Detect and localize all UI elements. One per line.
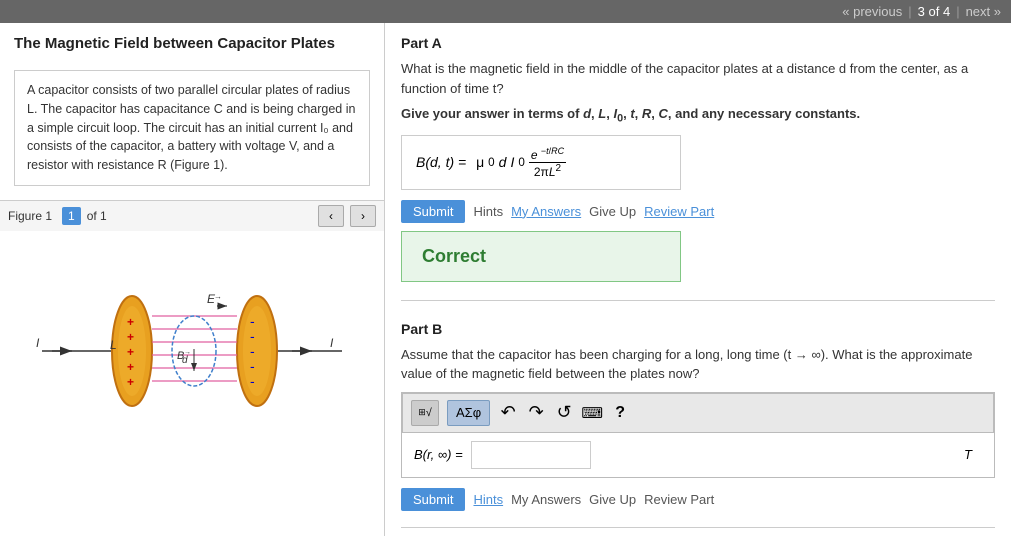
correct-banner: Correct xyxy=(401,231,681,282)
aso-button[interactable]: ΑΣφ xyxy=(447,400,490,426)
part-b-hints-label[interactable]: Hints xyxy=(473,492,503,507)
figure-prev-arrow[interactable]: ‹ xyxy=(318,205,344,227)
svg-text:-: - xyxy=(250,358,255,374)
part-b-answer-label: B(r, ∞) = xyxy=(414,447,463,462)
svg-text:→: → xyxy=(214,292,222,301)
my-answers-link[interactable]: My Answers xyxy=(511,204,581,219)
capacitor-diagram: + + + + + - - - - - xyxy=(22,241,362,461)
figure-label: Figure 1 xyxy=(8,209,52,223)
next-link[interactable]: next » xyxy=(966,4,1001,19)
matrix-button[interactable]: ⊞√ xyxy=(411,400,439,426)
reset-button[interactable]: ↺ xyxy=(554,403,574,423)
svg-text:d: d xyxy=(182,355,188,366)
svg-text:-: - xyxy=(250,328,255,344)
part-b-give-up-link[interactable]: Give Up xyxy=(589,492,636,507)
part-b-answer-input[interactable] xyxy=(471,441,591,469)
top-navigation: « previous | 3 of 4 | next » xyxy=(0,0,1011,23)
svg-text:-: - xyxy=(250,343,255,359)
help-button[interactable]: ? xyxy=(610,403,630,423)
figure-select-button[interactable]: 1 xyxy=(62,207,81,225)
part-b-question: Assume that the capacitor has been charg… xyxy=(401,345,995,384)
part-b-input-container: ⊞√ ΑΣφ ↶ ↷ ↺ ⌨ ? B(r, ∞) = xyxy=(401,392,995,478)
part-b-my-answers-link[interactable]: My Answers xyxy=(511,492,581,507)
part-a-actions: Submit Hints My Answers Give Up Review P… xyxy=(401,200,995,223)
part-b-answer-row: B(r, ∞) = T xyxy=(402,433,994,477)
review-part-link[interactable]: Review Part xyxy=(644,204,714,219)
separator-1: | xyxy=(908,4,911,19)
figure-navigation: Figure 1 1 of 1 ‹ › xyxy=(0,200,384,231)
part-a-formula: μ0dI0 e −t/RC 2πL2 xyxy=(472,146,566,179)
part-b-review-part-link[interactable]: Review Part xyxy=(644,492,714,507)
figure-image: + + + + + - - - - - xyxy=(0,231,384,471)
problem-description: A capacitor consists of two parallel cir… xyxy=(14,70,370,186)
part-b-toolbar: ⊞√ ΑΣφ ↶ ↷ ↺ ⌨ ? xyxy=(402,393,994,433)
part-a-label: Part A xyxy=(401,35,995,51)
svg-text:-: - xyxy=(250,373,255,389)
svg-text:+: + xyxy=(127,330,134,344)
svg-text:L: L xyxy=(110,338,117,352)
part-b-actions: Submit Hints My Answers Give Up Review P… xyxy=(401,488,995,511)
problem-title: The Magnetic Field between Capacitor Pla… xyxy=(0,23,384,62)
svg-text:+: + xyxy=(127,315,134,329)
main-layout: The Magnetic Field between Capacitor Pla… xyxy=(0,23,1011,536)
figure-next-arrow[interactable]: › xyxy=(350,205,376,227)
give-up-link[interactable]: Give Up xyxy=(589,204,636,219)
undo-button[interactable]: ↶ xyxy=(498,403,518,423)
right-panel: Part A What is the magnetic field in the… xyxy=(385,23,1011,536)
part-a-question: What is the magnetic field in the middle… xyxy=(401,59,995,98)
part-a-answer-box: B(d, t) = μ0dI0 e −t/RC 2πL2 xyxy=(401,135,681,190)
part-a-answer-label: B(d, t) = xyxy=(416,154,466,170)
svg-text:+: + xyxy=(127,360,134,374)
part-a-section: Part A What is the magnetic field in the… xyxy=(401,23,995,301)
part-a-instructions: Give your answer in terms of d, L, I0, t… xyxy=(401,106,995,125)
previous-link[interactable]: « previous xyxy=(842,4,902,19)
part-b-section: Part B Assume that the capacitor has bee… xyxy=(401,309,995,528)
svg-text:-: - xyxy=(250,313,255,329)
svg-text:+: + xyxy=(127,375,134,389)
separator-2: | xyxy=(956,4,959,19)
left-panel: The Magnetic Field between Capacitor Pla… xyxy=(0,23,385,536)
page-info: 3 of 4 xyxy=(918,4,951,19)
figure-of: of 1 xyxy=(87,209,107,223)
part-a-submit-button[interactable]: Submit xyxy=(401,200,465,223)
svg-text:+: + xyxy=(127,345,134,359)
part-b-label: Part B xyxy=(401,321,995,337)
redo-button[interactable]: ↷ xyxy=(526,403,546,423)
aso-label: ΑΣφ xyxy=(456,405,481,420)
part-b-unit: T xyxy=(964,447,982,462)
hints-label: Hints xyxy=(473,204,503,219)
part-b-submit-button[interactable]: Submit xyxy=(401,488,465,511)
keyboard-button[interactable]: ⌨ xyxy=(582,403,602,423)
